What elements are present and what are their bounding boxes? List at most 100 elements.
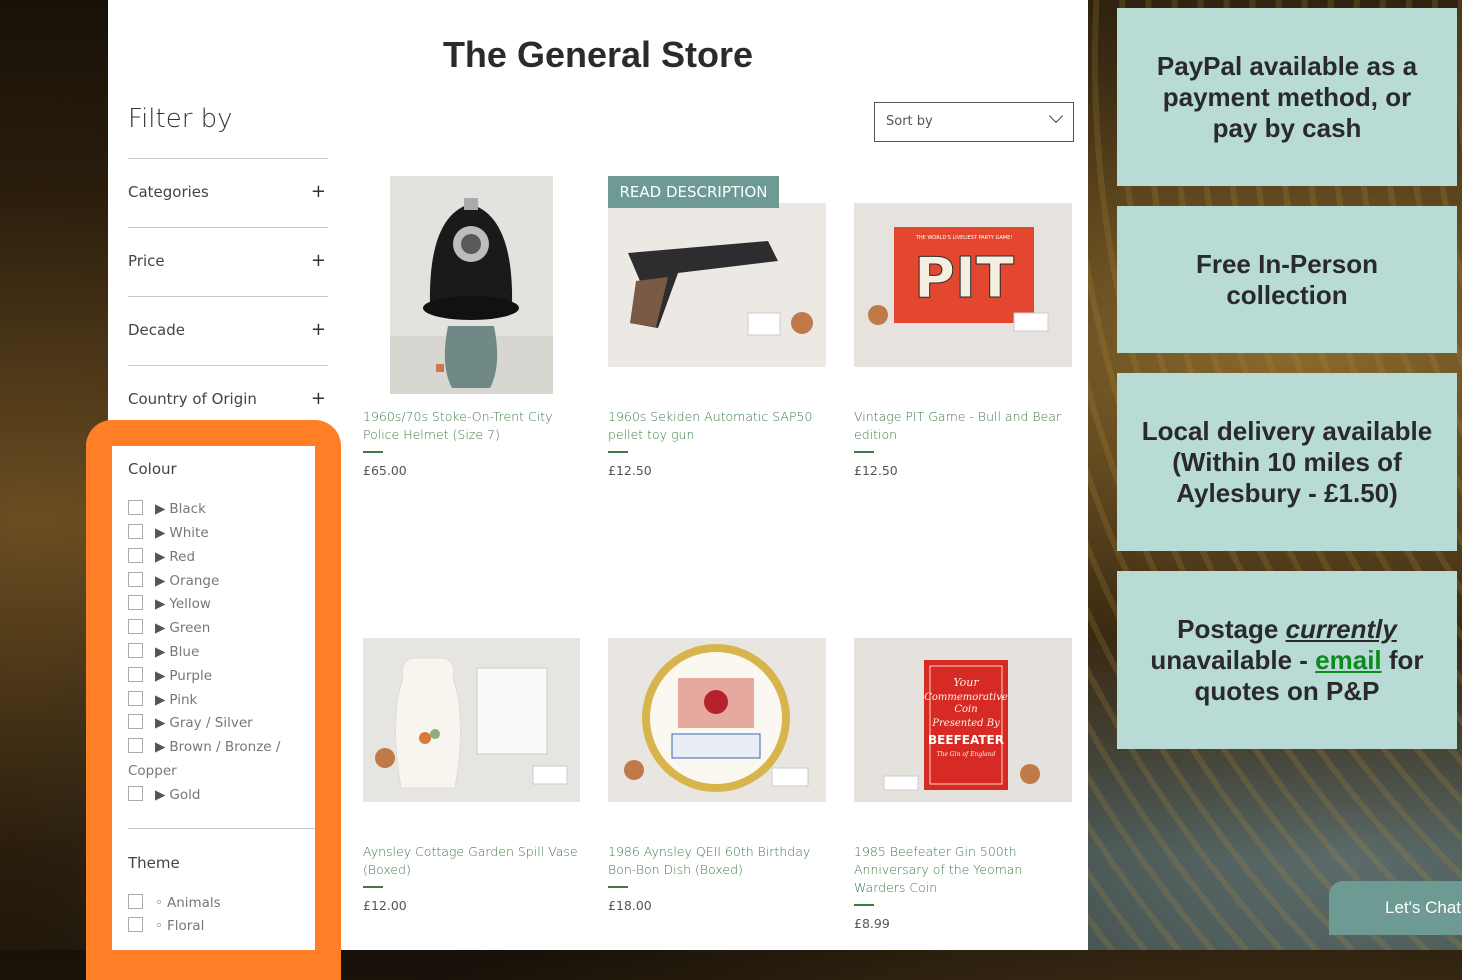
checkbox[interactable]: [128, 786, 143, 801]
checkbox[interactable]: [128, 572, 143, 587]
product-name[interactable]: Aynsley Cottage Garden Spill Vase (Boxed…: [363, 843, 581, 879]
filter-section-label: Decade: [128, 321, 185, 339]
colour-option-purple[interactable]: ▶ Purple: [128, 664, 212, 688]
checkbox[interactable]: [128, 691, 143, 706]
plus-icon[interactable]: +: [311, 250, 326, 271]
info-card-text: Local delivery available (Within 10 mile…: [1141, 415, 1433, 508]
product-image-bon-bon-dish[interactable]: [608, 638, 826, 802]
info-card-text: Postage currently unavailable - email fo…: [1132, 614, 1442, 707]
product-image-spill-vase[interactable]: [363, 638, 580, 802]
product-price: £18.00: [608, 898, 652, 913]
checkbox[interactable]: [128, 500, 143, 515]
checkbox[interactable]: [128, 667, 143, 682]
email-link[interactable]: email: [1315, 645, 1382, 675]
divider: [854, 451, 874, 453]
colour-option-black[interactable]: ▶ Black: [128, 497, 206, 521]
triangle-icon: ▶: [155, 620, 166, 636]
postage-text: unavailable -: [1150, 644, 1308, 675]
plus-icon[interactable]: +: [311, 388, 326, 409]
product-name[interactable]: 1960s/70s Stoke-On-Trent City Police Hel…: [363, 408, 581, 444]
filter-section-label: Categories: [128, 183, 209, 201]
filter-categories[interactable]: Categories +: [128, 158, 328, 227]
product-name[interactable]: Vintage PIT Game - Bull and Bear edition: [854, 408, 1072, 444]
triangle-icon: ▶: [155, 573, 166, 589]
option-label: Animals: [166, 895, 221, 911]
pit-box-wordmark: PIT: [914, 246, 1014, 311]
option-label: Orange: [169, 573, 220, 589]
checkbox[interactable]: [128, 917, 143, 932]
checkbox[interactable]: [128, 548, 143, 563]
triangle-icon: ▶: [155, 739, 166, 755]
option-label: Pink: [169, 692, 198, 708]
colour-option-white[interactable]: ▶ White: [128, 521, 209, 545]
coin-box-text: Presented By: [931, 718, 1000, 729]
product-name[interactable]: 1985 Beefeater Gin 500th Anniversary of …: [854, 843, 1072, 897]
coin-box-text: Coin: [954, 704, 977, 715]
colour-option-orange[interactable]: ▶ Orange: [128, 569, 219, 593]
chat-button[interactable]: Let's Chat!: [1329, 881, 1462, 935]
read-description-ribbon[interactable]: READ DESCRIPTION: [608, 176, 779, 208]
colour-filter-panel: Colour ▶ Black ▶ White ▶ Red ▶ Orange ▶ Yello…: [112, 446, 315, 950]
option-label: Black: [169, 501, 206, 517]
checkbox[interactable]: [128, 643, 143, 658]
checkbox[interactable]: [128, 894, 143, 909]
triangle-icon: ▶: [155, 787, 166, 803]
triangle-icon: ▶: [155, 715, 166, 731]
product-image-police-helmet[interactable]: [390, 176, 553, 394]
info-card-payment: PayPal available as a payment method, or…: [1117, 8, 1457, 186]
divider: [608, 886, 628, 888]
product-image-beefeater-coin[interactable]: Your Commemorative Coin Presented By BEE…: [854, 638, 1072, 802]
option-label: Yellow: [169, 596, 211, 612]
plus-icon[interactable]: +: [311, 181, 326, 202]
colour-option-brown-bronze-copper[interactable]: ▶ Brown / Bronze /: [128, 735, 280, 759]
theme-option-floral[interactable]: ◦ Floral: [128, 914, 204, 938]
option-label: Blue: [169, 644, 200, 660]
product-price: £12.50: [608, 463, 652, 478]
filter-section-label: Price: [128, 252, 165, 270]
theme-filter-title: Theme: [128, 854, 180, 872]
sort-dropdown[interactable]: Sort by: [874, 102, 1074, 142]
pellet-gun-illustration: [628, 241, 813, 336]
theme-option-animals[interactable]: ◦ Animals: [128, 891, 221, 915]
colour-option-gray-silver[interactable]: ▶ Gray / Silver: [128, 711, 253, 735]
plus-icon[interactable]: +: [311, 319, 326, 340]
checkbox[interactable]: [128, 595, 143, 610]
colour-option-blue[interactable]: ▶ Blue: [128, 640, 199, 664]
filter-price[interactable]: Price +: [128, 227, 328, 296]
colour-option-green[interactable]: ▶ Green: [128, 616, 210, 640]
triangle-icon: ▶: [155, 501, 166, 517]
product-image-pellet-gun[interactable]: [608, 203, 826, 367]
option-label: Green: [169, 620, 211, 636]
bullet-icon: ◦: [155, 895, 163, 911]
bullet-icon: ◦: [155, 918, 163, 934]
chevron-down-icon: [1048, 108, 1064, 124]
checkbox[interactable]: [128, 738, 143, 753]
option-label: Brown / Bronze /: [169, 739, 281, 755]
info-card-delivery: Local delivery available (Within 10 mile…: [1117, 373, 1457, 551]
checkbox[interactable]: [128, 524, 143, 539]
product-price: £12.00: [363, 898, 407, 913]
coin-box-brand: BEEFEATER: [928, 733, 1004, 747]
colour-option-gold[interactable]: ▶ Gold: [128, 783, 200, 807]
coin-box-tagline: The Gin of England: [937, 751, 996, 758]
colour-option-pink[interactable]: ▶ Pink: [128, 688, 197, 712]
option-label: Gray / Silver: [169, 715, 253, 731]
colour-option-yellow[interactable]: ▶ Yellow: [128, 592, 211, 616]
divider: [363, 886, 383, 888]
triangle-icon: ▶: [155, 668, 166, 684]
helmet-illustration: [390, 198, 553, 394]
colour-option-red[interactable]: ▶ Red: [128, 545, 195, 569]
product-image-pit-game[interactable]: THE WORLD'S LIVELIEST PARTY GAME! PIT: [854, 203, 1072, 367]
info-card-text: Free In-Person collection: [1195, 248, 1379, 310]
product-name[interactable]: 1986 Aynsley QEII 60th Birthday Bon-Bon …: [608, 843, 826, 879]
coin-box-text: Your: [953, 676, 979, 689]
pit-game-illustration: THE WORLD'S LIVELIEST PARTY GAME! PIT: [868, 227, 1049, 332]
page-title: The General Store: [442, 34, 754, 75]
checkbox[interactable]: [128, 619, 143, 634]
triangle-icon: ▶: [155, 549, 166, 565]
product-name[interactable]: 1960s Sekiden Automatic SAP50 pellet toy…: [608, 408, 826, 444]
checkbox[interactable]: [128, 714, 143, 729]
product-price: £65.00: [363, 463, 407, 478]
info-card-text: PayPal available as a payment method, or…: [1156, 50, 1418, 143]
filter-decade[interactable]: Decade +: [128, 296, 328, 365]
